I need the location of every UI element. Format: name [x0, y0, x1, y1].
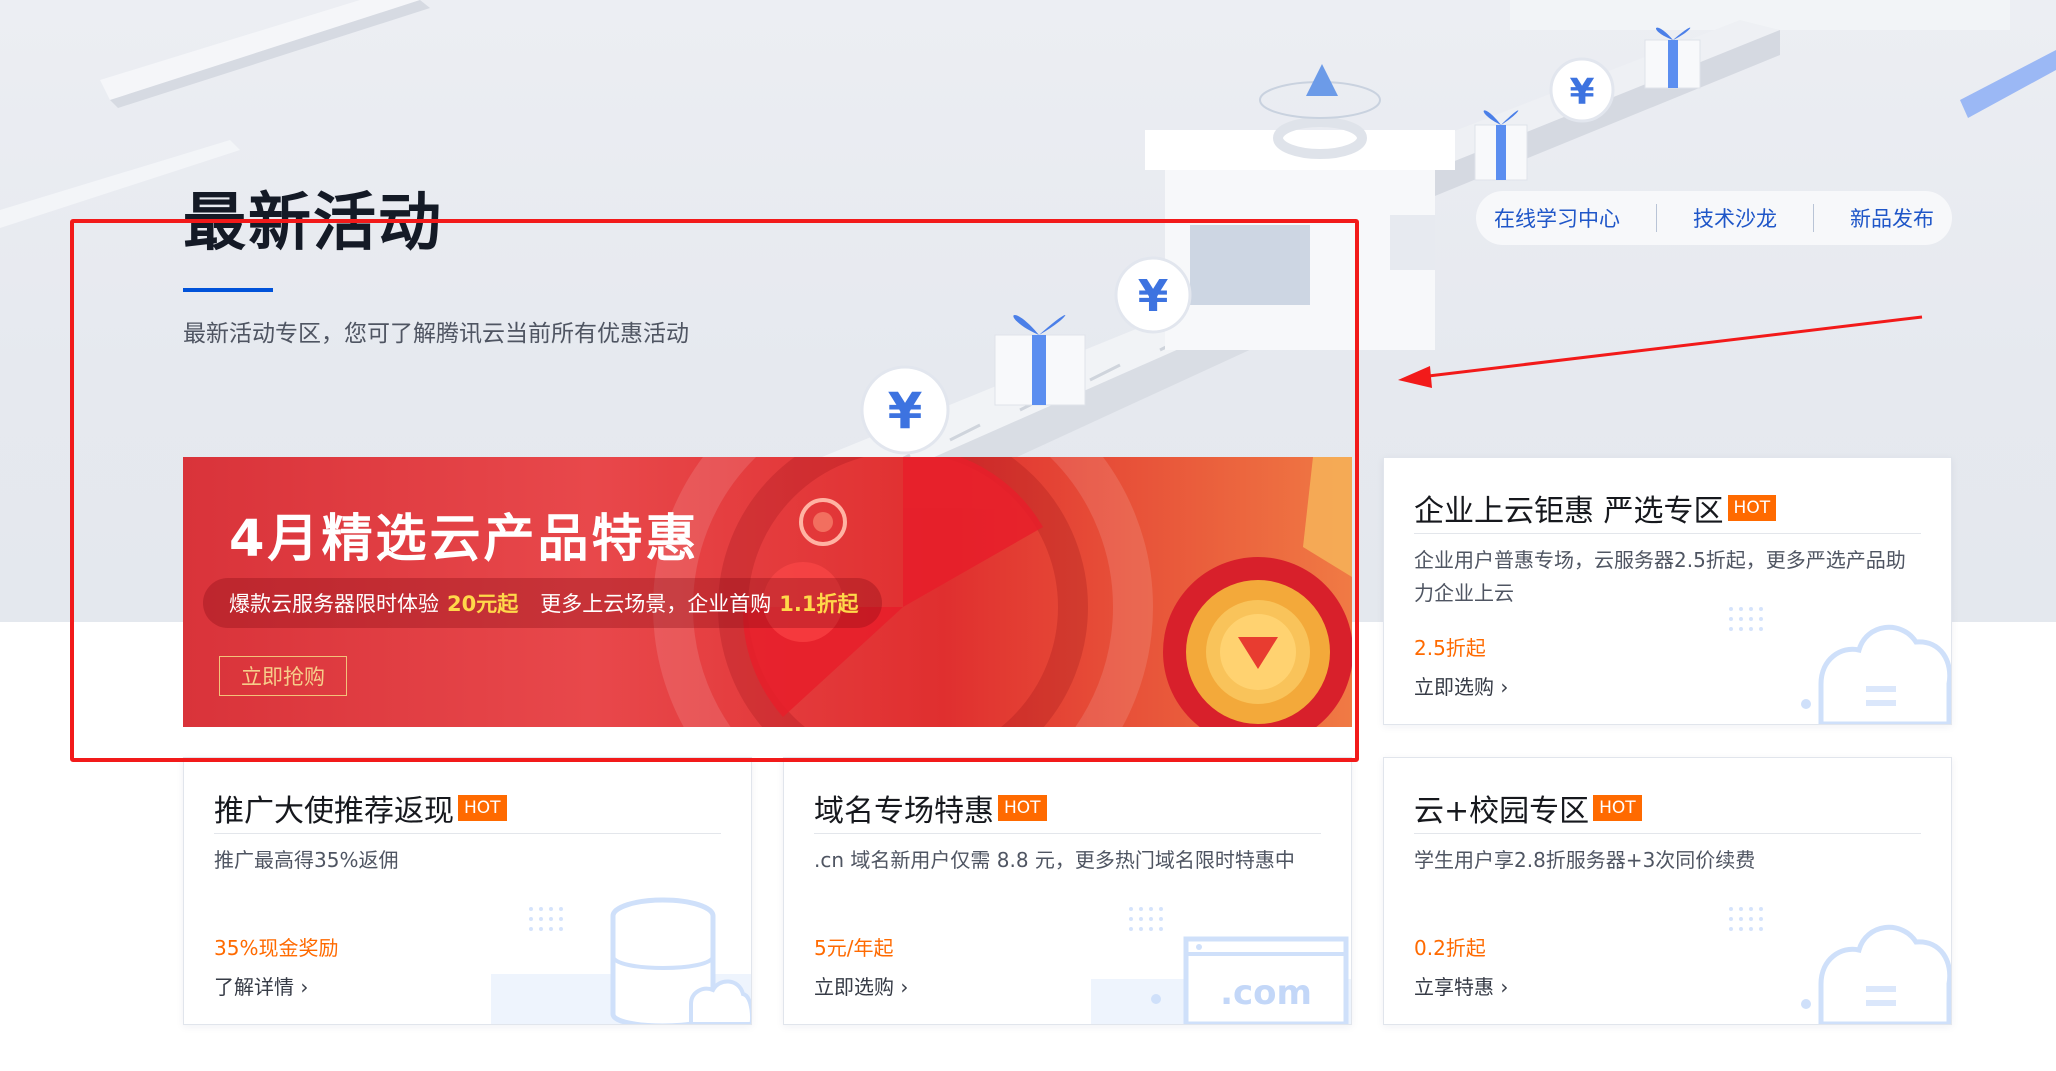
- hot-badge: HOT: [998, 795, 1047, 821]
- nav-link-online-learning[interactable]: 在线学习中心: [1494, 203, 1620, 233]
- hot-badge: HOT: [1727, 495, 1777, 521]
- card-description: 企业用户普惠专场，云服务器2.5折起，更多严选产品助力企业上云: [1414, 548, 1906, 605]
- banner-promo-pill: 爆款云服务器限时体验 20元起 更多上云场景，企业首购 1.1折起: [203, 578, 883, 628]
- nav-divider: [1813, 204, 1814, 232]
- card-divider: [1414, 533, 1921, 534]
- card-title: 推广大使推荐返现 HOT: [214, 786, 507, 830]
- database-cloud-icon: [491, 897, 751, 1024]
- nav-link-new-products[interactable]: 新品发布: [1850, 203, 1934, 233]
- card-price: 2.5折起: [1414, 636, 1486, 660]
- card-enterprise-cloud[interactable]: 企业上云钜惠 严选专区 HOT 企业用户普惠专场，云服务器2.5折起，更多严选产品…: [1383, 457, 1952, 725]
- svg-text:¥: ¥: [1569, 72, 1594, 113]
- svg-text:.com: .com: [1220, 973, 1312, 1013]
- banner-title: 4月精选云产品特惠: [229, 510, 700, 569]
- chevron-right-icon: ›: [1500, 675, 1509, 699]
- card-referral[interactable]: 推广大使推荐返现 HOT 推广最高得35%返佣 35%现金奖励 了解详情 ›: [183, 757, 752, 1025]
- page-subtitle: 最新活动专区，您可了解腾讯云当前所有优惠活动: [183, 321, 689, 347]
- nav-link-tech-salon[interactable]: 技术沙龙: [1693, 203, 1777, 233]
- chevron-right-icon: ›: [900, 975, 909, 999]
- chevron-right-icon: ›: [300, 975, 309, 999]
- quick-nav: 在线学习中心 技术沙龙 新品发布: [1476, 191, 1952, 245]
- hot-badge: HOT: [458, 795, 507, 821]
- card-description: .cn 域名新用户仅需 8.8 元，更多热门域名限时特惠中: [814, 848, 1295, 872]
- svg-text:¥: ¥: [888, 382, 923, 440]
- card-divider: [1414, 833, 1921, 834]
- card-description: 学生用户享2.8折服务器+3次同价续费: [1414, 848, 1756, 872]
- card-price: 35%现金奖励: [214, 936, 339, 960]
- card-price: 5元/年起: [814, 936, 894, 960]
- card-description: 推广最高得35%返佣: [214, 848, 399, 872]
- promo-text-1: 爆款云服务器限时体验: [229, 592, 439, 616]
- buy-now-button[interactable]: 立即抢购: [219, 656, 347, 696]
- chevron-right-icon: ›: [1500, 975, 1509, 999]
- page-title: 最新活动: [183, 186, 443, 259]
- card-link-learn-more[interactable]: 了解详情 ›: [214, 971, 308, 1000]
- card-domain[interactable]: .com 域名专场特惠 HOT .cn 域名新用户仅需 8.8 元，更多热门域名限…: [783, 757, 1352, 1025]
- hot-badge: HOT: [1593, 795, 1642, 821]
- featured-banner[interactable]: 4月精选云产品特惠 爆款云服务器限时体验 20元起 更多上云场景，企业首购 1.…: [183, 457, 1352, 727]
- card-title: 企业上云钜惠 严选专区 HOT: [1414, 486, 1777, 530]
- card-title: 云+校园专区 HOT: [1414, 786, 1642, 830]
- card-campus[interactable]: 云+校园专区 HOT 学生用户享2.8折服务器+3次同价续费 0.2折起 立享特惠…: [1383, 757, 1952, 1025]
- nav-divider: [1656, 204, 1657, 232]
- promo-highlight-1: 20元起: [447, 592, 519, 616]
- title-underline: [183, 288, 273, 292]
- promo-highlight-2: 1.1折起: [779, 592, 859, 616]
- card-title: 域名专场特惠 HOT: [814, 786, 1047, 830]
- card-divider: [214, 833, 721, 834]
- card-price: 0.2折起: [1414, 936, 1486, 960]
- promo-text-2: 更多上云场景，企业首购: [540, 592, 772, 616]
- domain-com-icon: .com: [1091, 907, 1351, 1024]
- card-link-shop-now[interactable]: 立即选购 ›: [1414, 671, 1508, 700]
- cloud-icon: [1729, 907, 1951, 1024]
- card-link-get-deal[interactable]: 立享特惠 ›: [1414, 971, 1508, 1000]
- card-divider: [814, 833, 1321, 834]
- card-link-shop-now[interactable]: 立即选购 ›: [814, 971, 908, 1000]
- svg-text:¥: ¥: [1138, 271, 1169, 322]
